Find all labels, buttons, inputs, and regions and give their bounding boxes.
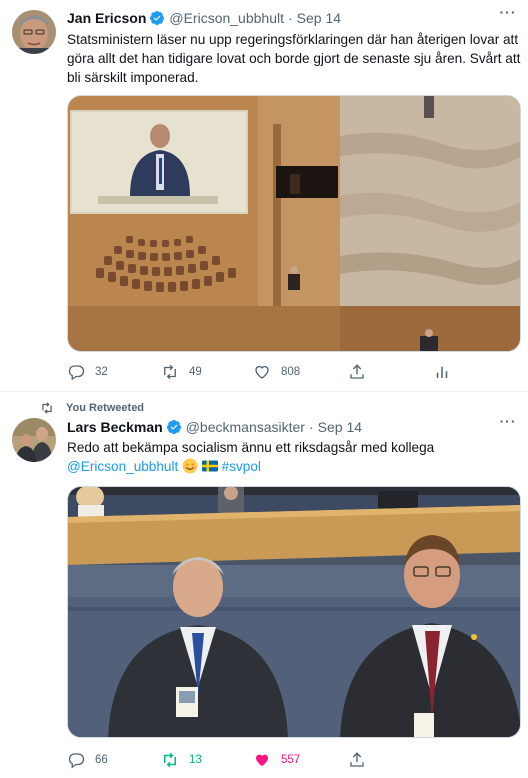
retweet-button[interactable]: 49 <box>161 363 202 381</box>
smiling-face-emoji-icon <box>182 458 198 474</box>
hashtag-link[interactable]: #svpol <box>222 459 261 474</box>
tweet-actions: 32 49 808 <box>67 362 487 382</box>
retweet-count: 49 <box>189 366 202 378</box>
separator-dot: · <box>308 419 314 435</box>
verified-badge-icon <box>166 419 182 435</box>
reply-count: 32 <box>95 366 108 378</box>
tweet-jan-ericson[interactable]: Jan Ericson @Ericson_ubbhult · Sep 14 ··… <box>0 0 528 392</box>
author-name[interactable]: Jan Ericson <box>67 10 146 26</box>
analytics-icon <box>436 366 448 378</box>
more-options-icon[interactable]: ··· <box>498 414 518 435</box>
tweet-lars-beckman[interactable]: You Retweeted Lars Beckman @beckmansasik… <box>0 392 528 778</box>
retweet-context-label: You Retweeted <box>66 402 145 414</box>
tweet-text-main: Redo att bekämpa socialism ännu ett riks… <box>67 440 435 455</box>
retweet-icon <box>164 364 176 380</box>
verified-badge-icon <box>149 10 165 26</box>
share-button[interactable] <box>348 751 366 769</box>
tweet-header: Jan Ericson @Ericson_ubbhult · Sep 14 <box>67 8 341 28</box>
retweet-count: 13 <box>189 754 202 766</box>
author-name[interactable]: Lars Beckman <box>67 419 163 435</box>
tweet-actions: 66 13 557 <box>67 750 487 770</box>
tweet-photo-two-men[interactable] <box>67 486 521 738</box>
heart-icon <box>255 365 269 379</box>
mention-link[interactable]: @Ericson_ubbhult <box>67 459 178 474</box>
heart-icon <box>256 754 268 766</box>
retweet-context: You Retweeted <box>40 400 144 416</box>
retweet-button[interactable]: 13 <box>161 751 202 769</box>
tweet-date[interactable]: Sep 14 <box>318 419 362 435</box>
more-options-icon[interactable]: ··· <box>498 5 518 26</box>
tweet-header: Lars Beckman @beckmansasikter · Sep 14 <box>67 417 362 437</box>
like-button[interactable]: 808 <box>253 363 300 381</box>
reply-button[interactable]: 32 <box>67 363 108 381</box>
reply-count: 66 <box>95 754 108 766</box>
share-icon <box>350 364 364 379</box>
reply-button[interactable]: 66 <box>67 751 108 769</box>
retweet-icon <box>164 752 176 768</box>
tweet-date[interactable]: Sep 14 <box>297 10 341 26</box>
like-count: 808 <box>281 366 301 378</box>
tweet-photo-parliament[interactable] <box>67 95 521 352</box>
separator-dot: · <box>288 10 293 26</box>
share-button[interactable] <box>348 363 366 381</box>
analytics-button[interactable] <box>433 363 451 381</box>
share-icon <box>350 752 364 767</box>
tweet-text: Redo att bekämpa socialism ännu ett riks… <box>67 438 521 476</box>
tweet-text: Statsministern läser nu upp regeringsför… <box>67 32 521 85</box>
author-handle[interactable]: @Ericson_ubbhult <box>169 10 284 26</box>
reply-icon <box>68 753 85 769</box>
avatar[interactable] <box>12 10 56 54</box>
retweet-icon <box>42 402 52 414</box>
author-handle[interactable]: @beckmansasikter <box>186 419 305 435</box>
avatar[interactable] <box>12 418 56 462</box>
like-count: 557 <box>281 754 301 766</box>
like-button[interactable]: 557 <box>253 751 300 769</box>
reply-icon <box>68 365 85 381</box>
sweden-flag-emoji-icon <box>201 458 218 474</box>
